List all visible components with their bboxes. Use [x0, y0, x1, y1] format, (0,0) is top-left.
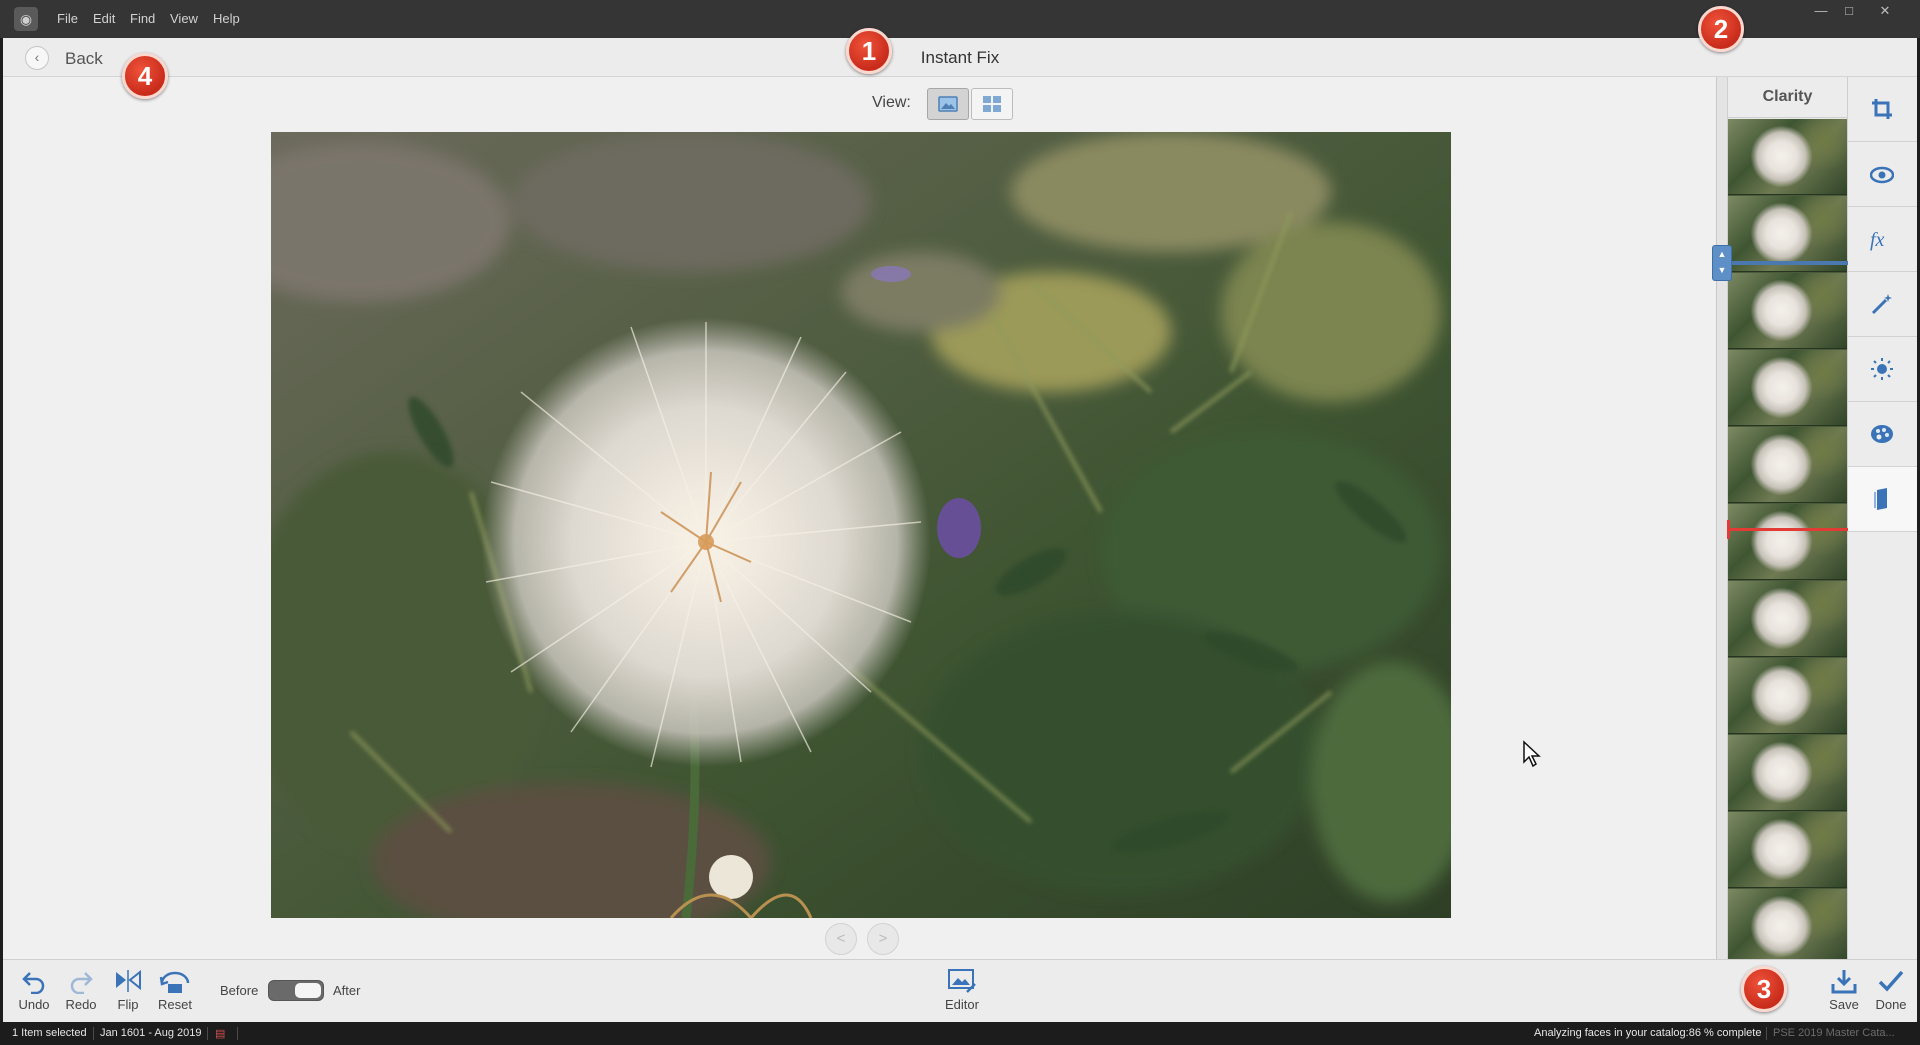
status-bar: 1 Item selected Jan 1601 - Aug 2019 ▤ An…	[0, 1022, 1920, 1045]
red-eye-tool-button[interactable]	[1848, 142, 1917, 207]
catalog-name[interactable]: PSE 2019 Master Cata...	[1773, 1027, 1895, 1039]
grid-view-icon	[983, 96, 1001, 112]
close-icon[interactable]: ✕	[1872, 2, 1898, 22]
menu-find[interactable]: Find	[130, 11, 155, 26]
color-palette-icon	[1871, 425, 1893, 443]
done-button[interactable]: Done	[1867, 968, 1915, 1018]
redo-label: Redo	[65, 997, 97, 1012]
editor-button[interactable]: Editor	[938, 968, 986, 1018]
clarity-thumbnail[interactable]	[1728, 119, 1847, 195]
clarity-thumbnail[interactable]	[1728, 735, 1847, 811]
mode-header: ‹ Back Instant Fix	[3, 38, 1917, 77]
done-label: Done	[1875, 997, 1907, 1012]
clarity-thumbnail[interactable]	[1728, 350, 1847, 426]
redo-button[interactable]: Redo	[57, 968, 105, 1018]
filmstrip-scroll-handle[interactable]: ▲ ▼	[1712, 245, 1732, 281]
selection-indicator-line	[1732, 261, 1848, 265]
grid-view-button[interactable]	[971, 88, 1013, 120]
flip-label: Flip	[117, 997, 139, 1012]
page-title: Instant Fix	[920, 48, 1000, 67]
status-separator	[237, 1027, 238, 1040]
previous-photo-button[interactable]: <	[825, 923, 857, 955]
smart-fix-tool-button[interactable]	[1848, 272, 1917, 337]
undo-label: Undo	[18, 997, 50, 1012]
svg-text:fx: fx	[1870, 229, 1885, 251]
tool-panel: fx	[1848, 77, 1917, 959]
editor-icon	[948, 969, 976, 993]
flip-icon	[116, 969, 141, 992]
smart-fix-wand-icon	[1871, 294, 1892, 315]
single-photo-view-button[interactable]	[927, 88, 969, 120]
crop-tool-button[interactable]	[1848, 77, 1917, 142]
maximize-icon[interactable]: □	[1836, 2, 1862, 22]
menu-file[interactable]: File	[57, 11, 78, 26]
clarity-thumbnail[interactable]	[1728, 581, 1847, 657]
clarity-filmstrip: Clarity	[1727, 77, 1848, 959]
clarity-thumbnails	[1728, 119, 1847, 959]
date-range[interactable]: Jan 1601 - Aug 2019	[100, 1027, 202, 1039]
current-position-line	[1727, 528, 1848, 531]
before-label: Before	[220, 983, 259, 998]
save-button[interactable]: Save	[1820, 968, 1868, 1018]
status-separator	[207, 1027, 208, 1040]
callout-badge: 2	[1698, 6, 1744, 52]
single-photo-view-icon	[938, 96, 958, 112]
callout-badge: 1	[846, 28, 892, 74]
selection-count: 1 Item selected	[12, 1027, 87, 1039]
clarity-thumbnail[interactable]	[1728, 812, 1847, 888]
red-eye-icon	[1870, 166, 1894, 184]
after-label: After	[333, 983, 361, 998]
clarity-tool-button[interactable]	[1848, 467, 1917, 532]
mouse-cursor-icon	[1523, 740, 1541, 768]
color-tool-button[interactable]	[1848, 402, 1917, 467]
main-photo[interactable]	[271, 132, 1451, 918]
before-after-toggle[interactable]	[268, 980, 324, 1001]
save-label: Save	[1829, 997, 1859, 1012]
menu-edit[interactable]: Edit	[93, 11, 115, 26]
analysis-progress: Analyzing faces in your catalog:86 % com…	[1534, 1027, 1762, 1039]
view-label: View:	[872, 94, 911, 111]
clarity-thumbnail[interactable]	[1728, 427, 1847, 503]
status-separator	[1766, 1027, 1767, 1040]
reset-button[interactable]: Reset	[151, 968, 199, 1018]
photo-workspace: View: < >	[3, 77, 1716, 959]
effects-tool-button[interactable]: fx	[1848, 207, 1917, 272]
reset-icon	[159, 971, 190, 993]
dandelion-photo-image	[271, 132, 1451, 918]
undo-button[interactable]: Undo	[10, 968, 58, 1018]
crop-icon	[1872, 99, 1892, 119]
clarity-thumbnail[interactable]	[1728, 504, 1847, 580]
notification-icon[interactable]: ▤	[215, 1027, 225, 1040]
callout-badge: 4	[122, 53, 168, 99]
clarity-thumbnail[interactable]	[1728, 658, 1847, 734]
next-photo-button[interactable]: >	[867, 923, 899, 955]
light-tool-button[interactable]	[1848, 337, 1917, 402]
bottom-action-bar: Undo Redo Flip Reset Before After Editor…	[3, 959, 1917, 1022]
flip-button[interactable]: Flip	[104, 968, 152, 1018]
menu-help[interactable]: Help	[213, 11, 240, 26]
callout-badge: 3	[1741, 966, 1787, 1012]
menu-bar: ◉ File Edit Find View Help — □ ✕	[0, 0, 1920, 38]
save-download-icon	[1831, 970, 1857, 994]
filmstrip-scroll-track[interactable]	[1716, 77, 1727, 959]
light-sun-icon	[1871, 358, 1893, 380]
filmstrip-title: Clarity	[1728, 77, 1847, 118]
reset-label: Reset	[158, 997, 192, 1012]
editor-label: Editor	[945, 997, 979, 1012]
status-separator	[93, 1027, 94, 1040]
menu-view[interactable]: View	[170, 11, 198, 26]
toggle-knob	[295, 983, 321, 998]
minimize-icon[interactable]: —	[1808, 2, 1834, 22]
checkmark-icon	[1878, 970, 1904, 992]
clarity-icon	[1874, 488, 1887, 510]
clarity-thumbnail[interactable]	[1728, 889, 1847, 959]
undo-icon	[22, 972, 45, 994]
effects-fx-icon: fx	[1870, 229, 1885, 251]
redo-icon	[70, 972, 93, 994]
clarity-thumbnail[interactable]	[1728, 273, 1847, 349]
app-logo-icon[interactable]: ◉	[14, 7, 38, 31]
